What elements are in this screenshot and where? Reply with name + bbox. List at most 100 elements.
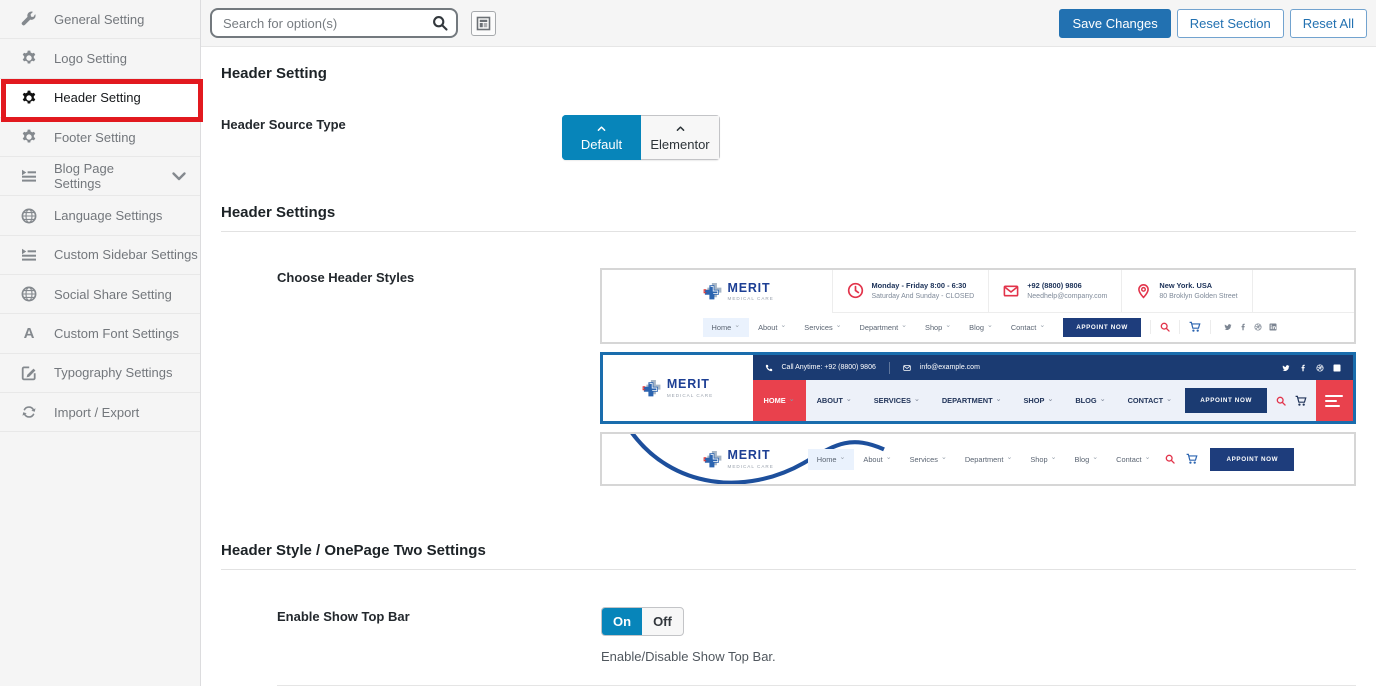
envelope-icon — [903, 364, 911, 372]
field-header-source-type: Header Source Type Default Elementor — [221, 115, 1356, 160]
section-divider — [221, 569, 1356, 570]
reset-section-button[interactable]: Reset Section — [1177, 9, 1284, 38]
preview1-topbar: MERIT MEDICAL CARE Monday - Friday 8:00 … — [602, 270, 1355, 313]
settings-sidebar: General Setting Logo Setting Header Sett… — [0, 0, 201, 686]
globe-icon — [21, 208, 37, 224]
nav-item: SHOP — [1013, 396, 1065, 405]
appoint-now-button: APPOINT NOW — [1210, 448, 1294, 471]
section-divider — [221, 231, 1356, 232]
field-enable-show-top-bar: Enable Show Top Bar On Off Enable/Disabl… — [221, 607, 1356, 664]
options-toolbar: Save Changes Reset Section Reset All — [201, 0, 1376, 47]
call-anytime-text: Call Anytime: +92 (8800) 9806 — [782, 364, 876, 371]
sidebar-item-header-setting[interactable]: Header Setting — [0, 79, 200, 118]
divider — [1150, 320, 1151, 334]
sidebar-item-label: Custom Sidebar Settings — [54, 247, 198, 262]
source-option-elementor[interactable]: Elementor — [641, 115, 720, 160]
sidebar-item-label: Custom Font Settings — [54, 326, 179, 341]
field-label: Enable Show Top Bar — [221, 607, 601, 624]
field-label: Choose Header Styles — [221, 268, 600, 285]
source-option-default[interactable]: Default — [562, 115, 641, 160]
hours-line1: Monday - Friday 8:00 - 6:30 — [872, 281, 975, 291]
sidebar-item-typography-settings[interactable]: Typography Settings — [0, 354, 200, 393]
nav-item-home: HOME — [753, 380, 806, 421]
search-input[interactable] — [210, 8, 458, 38]
sidebar-item-language-settings[interactable]: Language Settings — [0, 196, 200, 235]
preview2-topbar: Call Anytime: +92 (8800) 9806 info@examp… — [753, 355, 1354, 380]
sidebar-item-footer-setting[interactable]: Footer Setting — [0, 118, 200, 157]
section-title-onepage-two: Header Style / OnePage Two Settings — [221, 542, 1356, 559]
list-icon — [21, 168, 37, 184]
nav-item: CONTACT — [1117, 396, 1183, 405]
sidebar-item-custom-sidebar-settings[interactable]: Custom Sidebar Settings — [0, 236, 200, 275]
field-choose-header-styles: Choose Header Styles MERIT MEDICAL CARE — [221, 268, 1356, 486]
header-style-option-1[interactable]: MERIT MEDICAL CARE Monday - Friday 8:00 … — [600, 268, 1357, 344]
sidebar-item-custom-font-settings[interactable]: Custom Font Settings — [0, 314, 200, 353]
wrench-icon — [21, 11, 37, 27]
sidebar-item-import-export[interactable]: Import / Export — [0, 393, 200, 432]
caret-up-icon — [597, 124, 606, 133]
preview3-nav: Home About Services Department Shop Blog… — [808, 448, 1294, 471]
toggle-layout-button[interactable] — [471, 11, 496, 36]
sidebar-item-label: Social Share Setting — [54, 287, 172, 302]
cart-icon — [1189, 321, 1201, 333]
hours-block: Monday - Friday 8:00 - 6:30 Saturday And… — [832, 270, 989, 312]
nav-item: Department — [956, 449, 1022, 470]
phone-number: +92 (8800) 9806 — [1027, 281, 1107, 291]
nav-item: Shop — [916, 318, 960, 337]
sidebar-item-label: Blog Page Settings — [54, 161, 154, 191]
nav-item: Blog — [1065, 449, 1107, 470]
nav-item: DEPARTMENT — [931, 396, 1013, 405]
save-changes-button[interactable]: Save Changes — [1059, 9, 1170, 38]
map-pin-icon — [1136, 283, 1151, 299]
toggle-on-button[interactable]: On — [602, 608, 642, 635]
header-source-buttonset: Default Elementor — [562, 115, 720, 160]
cart-icon — [1186, 453, 1198, 465]
settings-content: Header Setting Header Source Type Defaul… — [201, 47, 1376, 686]
brand-name: MERIT — [667, 378, 713, 391]
hamburger-menu-icon — [1316, 380, 1353, 421]
sidebar-item-social-share-setting[interactable]: Social Share Setting — [0, 275, 200, 314]
toggle-off-button[interactable]: Off — [642, 608, 683, 635]
address-city: New York. USA — [1159, 281, 1237, 291]
header-style-option-2-selected[interactable]: MERIT MEDICAL CARE Call Anytime: +92 (88… — [600, 352, 1357, 424]
sidebar-item-general-setting[interactable]: General Setting — [0, 0, 200, 39]
letter-a-icon — [21, 326, 37, 342]
brand-name: MERIT — [728, 282, 774, 295]
medical-cross-icon — [642, 378, 662, 398]
address-block: New York. USA 80 Broklyn Golden Street — [1121, 270, 1251, 312]
gear-icon — [21, 90, 37, 106]
sidebar-item-label: Footer Setting — [54, 130, 136, 145]
cart-icon — [1295, 395, 1307, 407]
nav-item: Department — [851, 318, 917, 337]
toolbar-actions: Save Changes Reset Section Reset All — [1059, 9, 1367, 38]
search-icon — [1160, 322, 1170, 332]
sidebar-item-blog-page-settings[interactable]: Blog Page Settings — [0, 157, 200, 196]
sidebar-item-label: Typography Settings — [54, 365, 173, 380]
divider — [889, 362, 890, 374]
appoint-now-button: APPOINT NOW — [1063, 318, 1141, 337]
nav-item: About — [749, 318, 795, 337]
preview1-nav: Home About Services Department Shop Blog… — [602, 313, 1355, 342]
reset-all-button[interactable]: Reset All — [1290, 9, 1367, 38]
show-top-bar-toggle: On Off — [601, 607, 684, 636]
nav-item: Blog — [960, 318, 1002, 337]
divider — [1210, 320, 1211, 334]
header-style-option-3[interactable]: MERIT MEDICAL CARE Home About Services D… — [600, 432, 1357, 486]
spacer — [1252, 270, 1354, 312]
gear-icon — [21, 50, 37, 66]
chevron-down-icon — [171, 168, 187, 184]
field-description: Enable/Disable Show Top Bar. — [601, 649, 776, 664]
refresh-icon — [21, 404, 37, 420]
medical-cross-icon — [703, 281, 723, 301]
page-title: Header Setting — [221, 47, 1356, 82]
address-street: 80 Broklyn Golden Street — [1159, 292, 1237, 301]
twitter-icon — [1282, 364, 1290, 372]
sidebar-item-logo-setting[interactable]: Logo Setting — [0, 39, 200, 78]
dribbble-icon — [1254, 323, 1262, 331]
contact-block: +92 (8800) 9806 Needhelp@company.com — [988, 270, 1121, 312]
option-label: Elementor — [650, 137, 709, 152]
merit-logo: MERIT MEDICAL CARE — [602, 270, 832, 313]
clock-icon — [847, 282, 864, 299]
medical-cross-icon — [703, 449, 723, 469]
brand-tagline: MEDICAL CARE — [667, 393, 713, 398]
